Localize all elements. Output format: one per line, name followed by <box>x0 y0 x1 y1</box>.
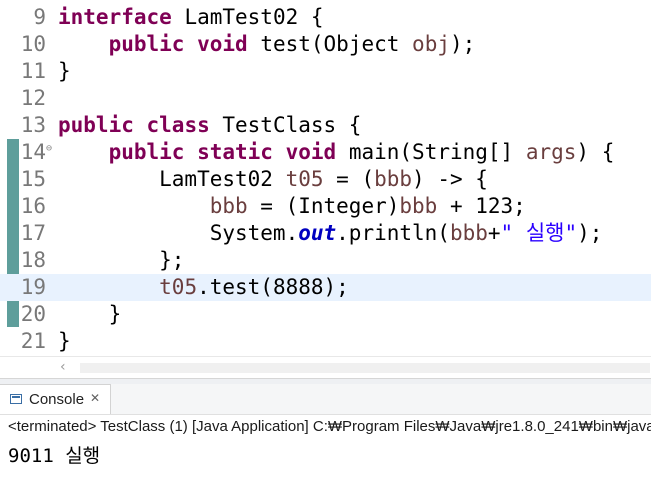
code-line[interactable]: 10 public void test(Object obj); <box>0 31 651 58</box>
code-token: TestClass { <box>209 113 362 137</box>
code-line[interactable]: 9 interface LamTest02 { <box>0 4 651 31</box>
code-token: " 실행" <box>500 221 578 245</box>
tab-console[interactable]: Console ✕ <box>0 384 111 415</box>
code-text: interface LamTest02 { <box>58 4 324 31</box>
code-token: out <box>298 221 337 245</box>
line-number: 20 <box>20 302 46 326</box>
code-line[interactable]: 18 }; <box>0 247 651 274</box>
code-token: ); <box>449 32 476 56</box>
code-token: bbb <box>399 194 438 218</box>
code-token: ) -> { <box>412 167 488 191</box>
code-text: System.out.println(bbb+" 실행"); <box>58 220 603 247</box>
code-editor[interactable]: 9 interface LamTest02 {10 public void tes… <box>0 0 651 356</box>
code-line[interactable]: 12 <box>0 85 651 112</box>
code-text: } <box>58 328 71 355</box>
code-token: public <box>108 32 185 56</box>
code-text: } <box>58 301 122 328</box>
code-line[interactable]: 16 bbb = (Integer)bbb + 123; <box>0 193 651 220</box>
console-icon <box>10 394 22 404</box>
line-number: 10 <box>20 32 46 56</box>
code-token: t05 <box>159 275 198 299</box>
console-output-area[interactable]: <terminated> TestClass (1) [Java Applica… <box>0 414 651 488</box>
code-token: args <box>525 140 577 164</box>
code-text: LamTest02 t05 = (bbb) -> { <box>58 166 488 193</box>
chevron-left-icon[interactable]: ‹ <box>60 359 66 375</box>
line-number: 11 <box>20 59 46 83</box>
code-text: }; <box>58 247 184 274</box>
code-line-current[interactable]: 19 t05.test(8888); <box>0 274 651 301</box>
code-token: = ( <box>323 167 375 191</box>
code-text: public static void main(String[] args) { <box>58 139 615 166</box>
code-token: LamTest02 { <box>171 5 324 29</box>
line-number: 13 <box>20 113 46 137</box>
code-line[interactable]: 17 System.out.println(bbb+" 실행"); <box>0 220 651 247</box>
code-line[interactable]: 21} <box>0 328 651 355</box>
code-token: bbb <box>374 167 413 191</box>
code-token: bbb <box>209 194 248 218</box>
code-token: public <box>58 113 134 137</box>
line-number: 17 <box>20 221 46 245</box>
code-token: public <box>108 140 185 164</box>
code-token: bbb <box>449 221 488 245</box>
code-token: void <box>197 32 248 56</box>
code-token: = (Integer) <box>247 194 400 218</box>
code-token: static <box>197 140 273 164</box>
code-token: void <box>285 140 337 164</box>
code-token: LamTest02 <box>58 167 286 191</box>
code-token: } <box>58 302 122 326</box>
code-token: obj <box>412 32 450 56</box>
code-token: class <box>146 113 210 137</box>
code-text: bbb = (Integer)bbb + 123; <box>58 193 526 220</box>
code-line[interactable]: 15 LamTest02 t05 = (bbb) -> { <box>0 166 651 193</box>
line-number: 15 <box>20 167 46 191</box>
code-token: } <box>58 59 71 83</box>
code-token: ); <box>577 221 603 245</box>
code-token: interface <box>58 5 172 29</box>
code-token: test(Object <box>247 32 413 56</box>
code-token: }; <box>58 248 185 272</box>
line-number: 12 <box>20 86 46 110</box>
horizontal-scrollbar[interactable]: ‹ <box>0 356 651 379</box>
scrollbar-track[interactable] <box>80 363 650 373</box>
console-view-header: Console ✕ <box>0 384 651 415</box>
code-token: + <box>487 221 501 245</box>
code-text: public class TestClass { <box>58 112 361 139</box>
line-number: 19 <box>20 275 46 299</box>
minus-circle-icon[interactable]: ⊖ <box>46 139 52 159</box>
code-line[interactable]: 11} <box>0 58 651 85</box>
code-token: main(String[] <box>336 140 526 164</box>
code-text: public void test(Object obj); <box>58 31 476 58</box>
code-text: } <box>58 58 71 85</box>
line-number: 9 <box>33 5 46 29</box>
close-icon[interactable]: ✕ <box>90 391 100 405</box>
code-token: .test(8888); <box>197 275 349 299</box>
console-status-line: <terminated> TestClass (1) [Java Applica… <box>8 418 651 435</box>
code-token: System. <box>58 221 299 245</box>
code-line[interactable]: 14 ⊖ public static void main(String[] arg… <box>0 139 651 166</box>
code-token: ) { <box>576 140 615 164</box>
code-token: t05 <box>285 167 324 191</box>
code-text: t05.test(8888); <box>58 274 349 301</box>
code-token: .println( <box>336 221 450 245</box>
code-line[interactable]: 20 } <box>0 301 651 328</box>
code-token: + 123; <box>437 194 526 218</box>
code-line[interactable]: 13 public class TestClass { <box>0 112 651 139</box>
line-number: 16 <box>20 194 46 218</box>
line-number: 14 <box>20 140 46 164</box>
tab-console-label: Console <box>29 391 85 408</box>
code-token: } <box>58 329 71 353</box>
line-number: 21 <box>20 329 46 353</box>
console-output-line: 9011 실행 <box>8 445 101 467</box>
line-number: 18 <box>20 248 46 272</box>
